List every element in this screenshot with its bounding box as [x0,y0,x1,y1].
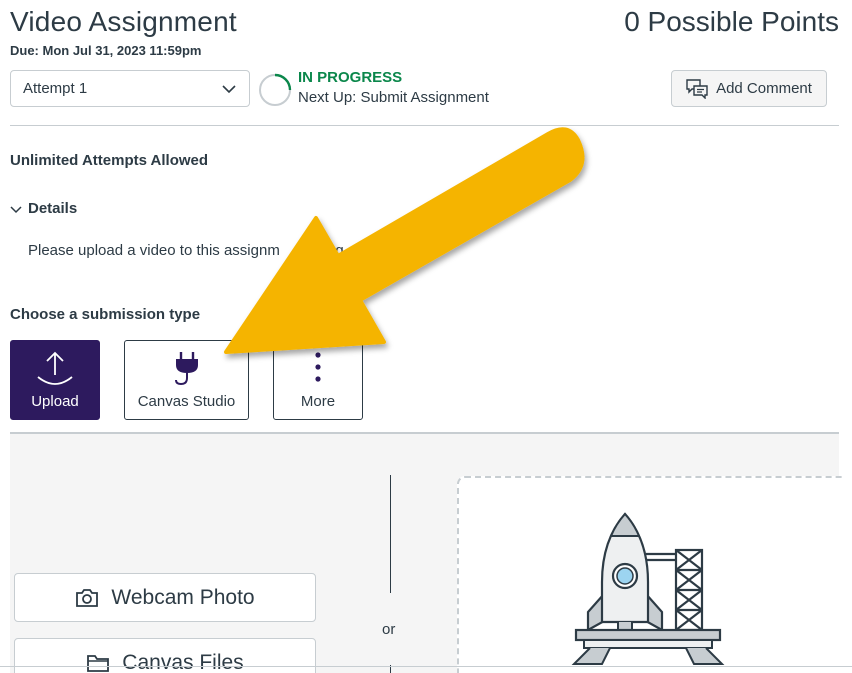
chevron-down-icon [10,205,22,213]
more-vertical-icon [315,352,321,382]
chevron-down-icon [222,84,236,93]
details-text-mid: using [307,242,344,259]
rocket-launch-icon [571,512,725,665]
camera-icon [76,588,99,607]
folder-icon [87,654,110,672]
more-type-button[interactable]: More [273,340,363,420]
attempts-allowed: Unlimited Attempts Allowed [10,152,209,169]
assignment-title: Video Assignment [10,6,237,37]
canvas-studio-type-label: Canvas Studio [137,393,236,410]
possible-points: 0 Possible Points [624,6,839,37]
webcam-photo-button[interactable]: Webcam Photo [14,573,316,622]
details-text-start: Please upload a video to this assignm [28,242,280,259]
details-toggle-label: Details [28,200,78,217]
next-up-text: Next Up: Submit Assignment [298,89,489,106]
upload-type-button[interactable]: Upload [10,340,100,420]
due-date: Due: Mon Jul 31, 2023 11:59pm [10,43,202,58]
or-divider-line [390,475,391,593]
or-separator: or [382,621,396,638]
upload-type-label: Upload [31,393,79,410]
status-badge: IN PROGRESS [298,69,403,86]
details-description: Please upload a video to this assignm usi… [28,242,441,259]
comment-icon [686,78,708,99]
progress-ring-icon [259,73,292,106]
details-toggle[interactable]: Details [10,200,77,217]
header-divider [10,125,839,126]
upload-icon [37,351,73,385]
details-text-end: o. [428,242,442,259]
attempt-select-value: Attempt 1 [23,80,88,97]
add-comment-button[interactable]: Add Comment [671,70,827,107]
attempt-select[interactable]: Attempt 1 [10,70,250,107]
plug-icon [174,352,198,386]
canvas-files-label: Canvas Files [122,650,244,673]
submission-type-heading: Choose a submission type [10,306,201,323]
page-bottom-edge [0,666,852,667]
canvas-files-button[interactable]: Canvas Files [14,638,316,673]
canvas-studio-type-button[interactable]: Canvas Studio [124,340,249,420]
more-type-label: More [300,393,336,410]
add-comment-label: Add Comment [716,80,812,97]
webcam-photo-label: Webcam Photo [111,585,255,609]
